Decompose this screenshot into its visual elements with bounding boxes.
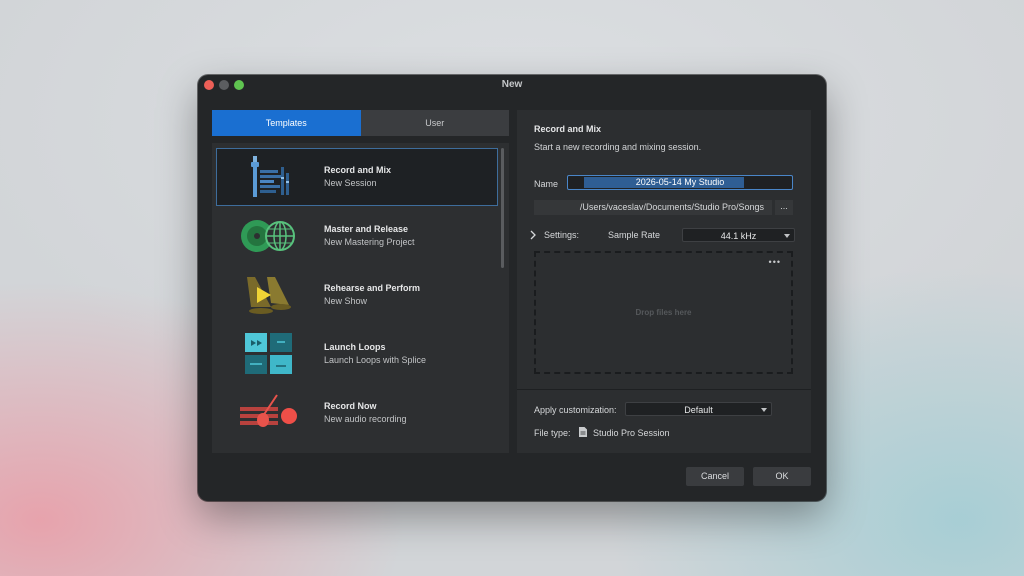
template-item-rehearse-and-perform[interactable]: Rehearse and Perform New Show	[217, 267, 497, 323]
template-description: New Mastering Project	[324, 237, 415, 247]
settings-label[interactable]: Settings:	[544, 230, 579, 240]
new-document-dialog: New Templates User Record and Mix New Se…	[198, 75, 826, 501]
launch-loops-icon	[245, 333, 292, 374]
template-item-record-and-mix[interactable]: Record and Mix New Session	[216, 148, 498, 206]
template-description: Launch Loops with Splice	[324, 355, 427, 365]
template-item-record-now[interactable]: Record Now New audio recording	[217, 385, 497, 441]
customization-select[interactable]: Default	[625, 402, 772, 416]
template-name: Master and Release	[324, 224, 409, 234]
record-mix-icon	[251, 156, 289, 197]
window-title: New	[501, 79, 523, 90]
template-name: Record and Mix	[324, 165, 392, 175]
sample-rate-select[interactable]: 44.1 kHz	[682, 228, 795, 242]
customization-label: Apply customization:	[534, 405, 617, 415]
ok-button[interactable]: OK	[753, 467, 811, 486]
cancel-button[interactable]: Cancel	[686, 467, 744, 486]
file-type-value: Studio Pro Session	[593, 428, 670, 438]
song-name-value[interactable]: 2026-05-14 My Studio	[567, 177, 793, 187]
template-description: New Show	[324, 296, 368, 306]
browse-location-button[interactable]: ...	[775, 200, 793, 215]
template-browser: Templates User Record and Mix New Sessio…	[212, 110, 509, 453]
name-label: Name	[534, 179, 559, 189]
dropdown-arrow-icon	[761, 408, 767, 412]
scrollbar[interactable]	[501, 148, 504, 268]
customization-value: Default	[684, 405, 713, 415]
template-list[interactable]: Record and Mix New Session Master and Re…	[212, 143, 509, 453]
rehearse-perform-icon	[247, 277, 291, 314]
record-now-icon	[240, 394, 297, 427]
tab-templates[interactable]: Templates	[212, 110, 361, 136]
details-subtitle: Start a new recording and mixing session…	[534, 142, 702, 152]
drop-files-text: Drop files here	[635, 308, 692, 317]
document-icon	[579, 427, 587, 437]
template-item-master-and-release[interactable]: Master and Release New Mastering Project	[217, 208, 497, 264]
more-options-icon[interactable]: •••	[769, 257, 781, 267]
location-path-field[interactable]: /Users/vaceslav/Documents/Studio Pro/Son…	[534, 200, 772, 215]
template-item-launch-loops[interactable]: Launch Loops Launch Loops with Splice	[217, 326, 497, 382]
template-name: Record Now	[324, 401, 377, 411]
template-details-panel: Record and Mix Start a new recording and…	[517, 110, 811, 453]
master-release-icon	[241, 220, 295, 252]
template-description: New Session	[324, 178, 377, 188]
template-name: Rehearse and Perform	[324, 283, 421, 293]
file-drop-zone[interactable]: ••• Drop files here	[534, 251, 793, 374]
title-bar[interactable]: New	[198, 75, 826, 95]
template-tabs: Templates User	[212, 110, 509, 136]
template-name: Launch Loops	[324, 342, 386, 352]
divider	[517, 389, 811, 390]
file-type-label: File type:	[534, 428, 571, 438]
details-title: Record and Mix	[534, 124, 602, 134]
tab-user[interactable]: User	[360, 110, 509, 136]
sample-rate-value: 44.1 kHz	[720, 231, 757, 241]
sample-rate-label: Sample Rate	[608, 230, 661, 240]
template-description: New audio recording	[324, 414, 407, 424]
dropdown-arrow-icon	[784, 234, 790, 238]
chevron-right-icon[interactable]	[529, 230, 537, 240]
